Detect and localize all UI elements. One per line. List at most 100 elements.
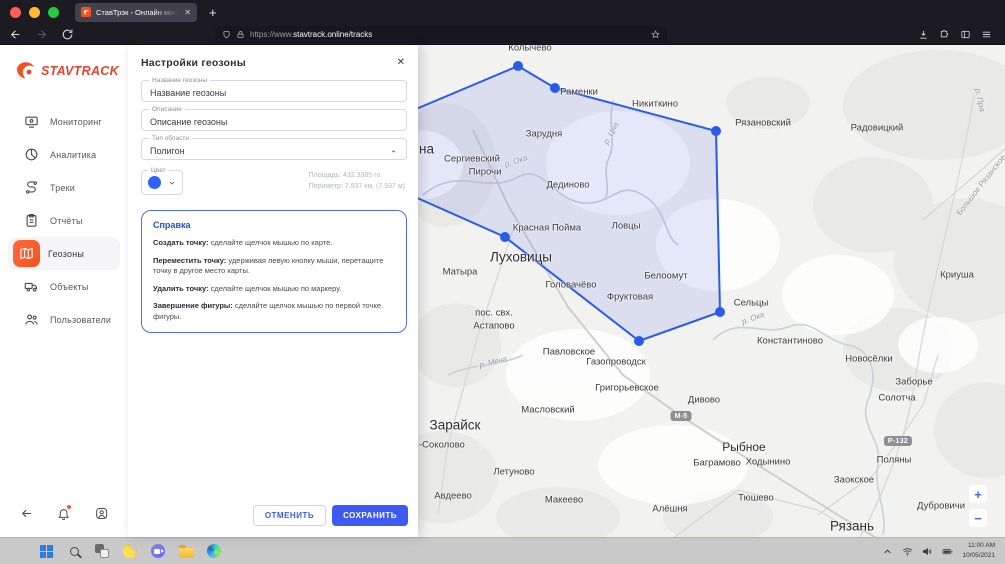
sidebar-toggle-icon[interactable] bbox=[960, 29, 971, 40]
browser-tab[interactable]: СтавТрэк - Онлайн мониторинг ✕ bbox=[75, 3, 197, 22]
geozone-name-value: Название геозоны bbox=[150, 88, 226, 98]
geozone-vertex[interactable] bbox=[711, 126, 721, 136]
sidebar-item-label: Треки bbox=[50, 183, 75, 193]
windows-taskbar: 11:00 AM 10/05/2021 bbox=[0, 537, 1005, 564]
forward-icon[interactable] bbox=[35, 28, 48, 41]
sidebar-item-label: Отчёты bbox=[50, 216, 83, 226]
start-button-icon[interactable] bbox=[38, 543, 54, 559]
geozone-vertex[interactable] bbox=[550, 83, 560, 93]
road-badge: М-5 bbox=[671, 411, 692, 421]
geozone-description-value: Описание геозоны bbox=[150, 117, 227, 127]
file-explorer-icon[interactable] bbox=[178, 543, 194, 559]
map-label: Криуша bbox=[940, 270, 974, 281]
map-label: Солотча bbox=[878, 393, 915, 404]
shield-icon bbox=[222, 30, 231, 39]
notifications-bell-icon[interactable] bbox=[57, 506, 70, 521]
extensions-puzzle-icon[interactable] bbox=[939, 29, 950, 40]
firefox-icon[interactable] bbox=[122, 543, 138, 559]
save-button[interactable]: СОХРАНИТЬ bbox=[332, 505, 408, 526]
map-label: Рязань bbox=[830, 519, 874, 534]
map-label: Газопроводск bbox=[586, 357, 646, 368]
system-tray: 11:00 AM 10/05/2021 bbox=[882, 541, 995, 561]
account-icon[interactable] bbox=[95, 506, 108, 521]
tray-chevron-up-icon[interactable] bbox=[882, 546, 893, 557]
collapse-sidebar-icon[interactable] bbox=[20, 506, 33, 521]
map-label: Колычево bbox=[508, 45, 551, 54]
map-label: Заокское bbox=[834, 475, 874, 486]
downloads-icon[interactable] bbox=[918, 29, 929, 40]
geozone-vertex[interactable] bbox=[634, 336, 644, 346]
geozone-vertex[interactable] bbox=[715, 307, 725, 317]
reports-icon bbox=[20, 210, 42, 232]
stavtrack-logo: STAVTRACK bbox=[0, 45, 128, 93]
browser-tab-bar: СтавТрэк - Онлайн мониторинг ✕ + bbox=[0, 0, 1005, 24]
brand-text: STAVTRACK bbox=[41, 64, 119, 78]
map-canvas[interactable]: КолычевоРаменкиНикиткиноРязановскийРадов… bbox=[418, 45, 1005, 537]
bookmark-star-icon[interactable] bbox=[651, 30, 660, 39]
geozone-vertex[interactable] bbox=[500, 232, 510, 242]
maximize-window-button[interactable] bbox=[48, 7, 59, 18]
road-badge: Р-132 bbox=[884, 436, 912, 446]
wifi-icon[interactable] bbox=[902, 546, 913, 557]
geozone-vertex[interactable] bbox=[513, 61, 523, 71]
minimize-window-button[interactable] bbox=[29, 7, 40, 18]
sidebar-item-analytics[interactable]: Аналитика bbox=[8, 138, 120, 171]
geozone-settings-panel: Настройки геозоны ✕ Название геозоны Наз… bbox=[128, 45, 418, 537]
map-label: Сергиевский bbox=[444, 154, 500, 165]
window-controls[interactable] bbox=[10, 7, 59, 18]
map-label: Ловцы bbox=[612, 221, 641, 232]
perimeter-value: Периметр: 7.937 км, (7.937 м) bbox=[309, 181, 405, 192]
reload-icon[interactable] bbox=[61, 28, 74, 41]
back-icon[interactable] bbox=[9, 28, 22, 41]
monitoring-icon bbox=[20, 111, 42, 133]
map-label: Зарайск bbox=[430, 418, 481, 433]
map-label: Астапово bbox=[473, 321, 514, 332]
clock[interactable]: 11:00 AM 10/05/2021 bbox=[962, 541, 995, 561]
map-label: Рыбное bbox=[722, 440, 765, 454]
chevron-down-icon bbox=[168, 179, 176, 187]
url-bar[interactable]: https://www.stavtrack.online/tracks bbox=[215, 26, 667, 43]
sidebar-nav: Мониторинг Аналитика Треки Отчёты ГеозоныОбъ… bbox=[0, 105, 128, 336]
color-picker[interactable]: Цвет bbox=[141, 170, 183, 195]
help-title: Справка bbox=[153, 220, 395, 230]
sidebar-item-reports[interactable]: Отчёты bbox=[8, 204, 120, 237]
search-icon[interactable] bbox=[66, 543, 82, 559]
map-label: Белоомут bbox=[644, 271, 687, 282]
sidebar-item-label: Аналитика bbox=[50, 150, 96, 160]
map-label: Красная Пойма bbox=[513, 223, 581, 234]
teams-chat-icon[interactable] bbox=[150, 543, 166, 559]
area-type-select[interactable]: Тип области Полигон bbox=[141, 138, 407, 160]
url-host: stavtrack.online/tracks bbox=[293, 30, 372, 39]
geozone-description-label: Описание bbox=[149, 106, 185, 113]
help-item: Создать точку: сделайте щелчок мышью по … bbox=[153, 238, 395, 249]
cancel-button[interactable]: ОТМЕНИТЬ bbox=[253, 505, 326, 526]
geozone-name-field[interactable]: Название геозоны Название геозоны bbox=[141, 80, 407, 102]
menu-hamburger-icon[interactable] bbox=[981, 29, 992, 40]
new-tab-button[interactable]: + bbox=[209, 5, 217, 20]
sidebar-item-tracks[interactable]: Треки bbox=[8, 171, 120, 204]
tab-close-icon[interactable]: ✕ bbox=[184, 8, 191, 17]
battery-icon[interactable] bbox=[942, 546, 953, 557]
edge-icon[interactable] bbox=[206, 543, 222, 559]
volume-icon[interactable] bbox=[922, 546, 933, 557]
geozone-description-field[interactable]: Описание Описание геозоны bbox=[141, 109, 407, 131]
task-view-icon[interactable] bbox=[94, 543, 110, 559]
app-sidebar: STAVTRACK Мониторинг Аналитика Треки Отчёты… bbox=[0, 45, 128, 537]
sidebar-item-users[interactable]: Пользователи bbox=[8, 303, 120, 336]
zoom-in-button[interactable]: + bbox=[969, 485, 987, 503]
color-swatch[interactable] bbox=[148, 176, 161, 189]
sidebar-item-objects[interactable]: Объекты bbox=[8, 270, 120, 303]
map-label: Пирочи bbox=[469, 167, 502, 178]
sidebar-item-geozones[interactable]: Геозоны bbox=[8, 237, 120, 270]
map-label: Матыра bbox=[443, 267, 478, 278]
close-window-button[interactable] bbox=[10, 7, 21, 18]
stavtrack-logo-icon bbox=[14, 59, 38, 83]
map-label: Дединово bbox=[546, 180, 589, 191]
sidebar-item-monitoring[interactable]: Мониторинг bbox=[8, 105, 120, 138]
panel-close-icon[interactable]: ✕ bbox=[395, 55, 407, 70]
color-label: Цвет bbox=[148, 167, 169, 174]
map-label: Рязановский bbox=[735, 118, 791, 129]
map-label: Радовицкий bbox=[851, 123, 904, 134]
zoom-out-button[interactable]: − bbox=[969, 509, 987, 527]
map-label: Григорьевское bbox=[595, 383, 659, 394]
